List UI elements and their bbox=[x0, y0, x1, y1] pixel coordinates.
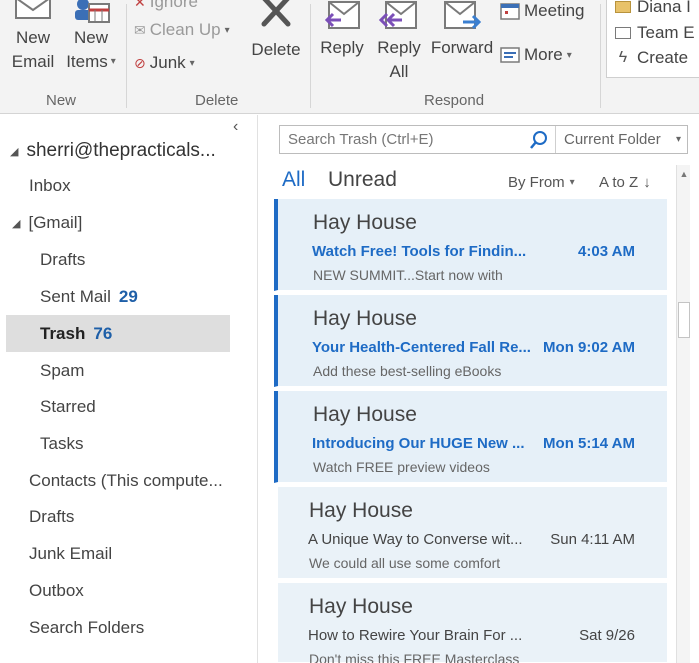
more-button[interactable]: More ▾ bbox=[500, 45, 572, 65]
message-row[interactable]: Hay House Introducing Our HUGE New ... M… bbox=[274, 391, 667, 483]
search-scope-dropdown[interactable]: Current Folder ▾ bbox=[555, 126, 687, 153]
group-divider bbox=[310, 4, 311, 108]
message-subject: A Unique Way to Converse wit... bbox=[308, 531, 523, 548]
ribbon: New Email New Items ▾ New ✕ Ignore ✉ Cle… bbox=[0, 0, 699, 114]
message-sender: Hay House bbox=[309, 499, 413, 522]
account-header[interactable]: ◢ sherri@thepracticals... bbox=[10, 140, 216, 162]
arrow-down-icon: ↓ bbox=[643, 174, 651, 191]
message-time: Sun 4:11 AM bbox=[550, 531, 635, 548]
delete-icon bbox=[261, 0, 291, 27]
meeting-button[interactable]: Meeting bbox=[500, 1, 584, 21]
message-row[interactable]: Hay House How to Rewire Your Brain For .… bbox=[278, 583, 667, 663]
unread-count-badge: 29 bbox=[118, 287, 138, 306]
quick-step-team[interactable]: Team E bbox=[615, 23, 695, 43]
new-items-icon bbox=[75, 0, 110, 23]
message-time: 4:03 AM bbox=[578, 243, 635, 260]
message-list-scrollbar[interactable]: ▲ bbox=[676, 165, 690, 663]
folder-sent-mail[interactable]: Sent Mail 29 bbox=[40, 287, 138, 307]
ignore-icon: ✕ bbox=[134, 0, 146, 10]
message-preview: We could all use some comfort bbox=[309, 555, 501, 571]
folder-spam[interactable]: Spam bbox=[40, 361, 84, 381]
message-row[interactable]: Hay House Your Health-Centered Fall Re..… bbox=[274, 295, 667, 387]
reply-all-button[interactable]: Reply All bbox=[372, 0, 426, 84]
expand-triangle-icon[interactable]: ◢ bbox=[10, 145, 18, 158]
search-icon[interactable] bbox=[523, 126, 555, 153]
quick-step-create[interactable]: ϟ Create bbox=[615, 48, 688, 68]
more-icon bbox=[500, 47, 520, 63]
folder-starred[interactable]: Starred bbox=[40, 397, 96, 417]
filter-unread-tab[interactable]: Unread bbox=[328, 168, 397, 192]
chevron-down-icon: ▾ bbox=[569, 177, 575, 188]
folder-tasks[interactable]: Tasks bbox=[40, 434, 83, 454]
folder-junk-email[interactable]: Junk Email bbox=[29, 544, 112, 564]
clean-up-icon: ✉ bbox=[134, 21, 146, 38]
message-subject: Introducing Our HUGE New ... bbox=[312, 435, 525, 452]
message-row[interactable]: Hay House Watch Free! Tools for Findin..… bbox=[274, 199, 667, 291]
message-time: Mon 9:02 AM bbox=[543, 339, 635, 356]
filter-row: All Unread By From ▾ A to Z ↓ bbox=[279, 168, 679, 196]
folder-trash[interactable]: Trash 76 bbox=[6, 315, 230, 352]
sort-order-toggle[interactable]: A to Z ↓ bbox=[599, 174, 651, 191]
lightning-icon: ϟ bbox=[618, 49, 628, 66]
chevron-down-icon: ▾ bbox=[189, 57, 195, 69]
chevron-down-icon: ▾ bbox=[110, 56, 116, 67]
scrollbar-thumb[interactable] bbox=[678, 302, 690, 338]
message-preview: Watch FREE preview videos bbox=[313, 459, 490, 475]
folder-search-folders[interactable]: Search Folders bbox=[29, 618, 144, 638]
forward-button[interactable]: Forward bbox=[429, 0, 495, 60]
filter-all-tab[interactable]: All bbox=[282, 168, 305, 192]
message-subject: Your Health-Centered Fall Re... bbox=[312, 339, 531, 356]
folder-inbox[interactable]: Inbox bbox=[29, 176, 71, 196]
search-input[interactable] bbox=[280, 126, 523, 153]
clean-up-button[interactable]: ✉ Clean Up ▾ bbox=[134, 20, 230, 40]
quick-step-diana[interactable]: Diana I bbox=[615, 0, 691, 17]
message-preview: Add these best-selling eBooks bbox=[313, 363, 502, 379]
folder-gmail[interactable]: ◢ [Gmail] bbox=[12, 213, 82, 233]
message-subject: Watch Free! Tools for Findin... bbox=[312, 243, 527, 260]
folder-outbox[interactable]: Outbox bbox=[29, 581, 84, 601]
folder-contacts[interactable]: Contacts (This compute... bbox=[29, 471, 223, 491]
envelope-icon bbox=[15, 0, 51, 19]
reply-all-icon bbox=[378, 1, 417, 29]
message-preview: Don't miss this FREE Masterclass bbox=[309, 651, 520, 663]
team-email-icon bbox=[615, 27, 631, 39]
junk-icon: ⊘ bbox=[134, 54, 146, 71]
expand-triangle-icon[interactable]: ◢ bbox=[12, 217, 20, 230]
message-preview: NEW SUMMIT...Start now with bbox=[313, 267, 503, 283]
message-row[interactable]: Hay House A Unique Way to Converse wit..… bbox=[278, 487, 667, 579]
message-time: Mon 5:14 AM bbox=[543, 435, 635, 452]
junk-button[interactable]: ⊘ Junk ▾ bbox=[134, 53, 195, 73]
quick-steps-gallery: Diana I Team E ϟ Create bbox=[606, 0, 699, 78]
unread-count-badge: 76 bbox=[93, 323, 113, 343]
group-label-respond: Respond bbox=[424, 92, 485, 109]
meeting-icon bbox=[500, 3, 520, 20]
delete-button[interactable]: Delete bbox=[248, 0, 304, 62]
group-divider bbox=[600, 4, 601, 108]
scroll-up-arrow-icon[interactable]: ▲ bbox=[677, 167, 691, 181]
message-sender: Hay House bbox=[313, 211, 417, 234]
folder-drafts[interactable]: Drafts bbox=[29, 507, 74, 527]
collapse-folder-pane-icon[interactable]: ‹ bbox=[233, 118, 238, 136]
reply-icon bbox=[324, 1, 360, 29]
ignore-button[interactable]: ✕ Ignore bbox=[134, 0, 198, 12]
search-bar: Current Folder ▾ bbox=[279, 125, 688, 154]
chevron-down-icon: ▾ bbox=[566, 49, 572, 61]
reply-button[interactable]: Reply bbox=[317, 0, 367, 60]
message-sender: Hay House bbox=[313, 307, 417, 330]
sort-by-dropdown[interactable]: By From ▾ bbox=[508, 174, 575, 191]
folder-icon bbox=[615, 1, 631, 13]
group-label-delete: Delete bbox=[195, 92, 239, 109]
group-divider bbox=[126, 4, 127, 108]
message-subject: How to Rewire Your Brain For ... bbox=[308, 627, 523, 644]
forward-icon bbox=[444, 1, 482, 30]
chevron-down-icon: ▾ bbox=[675, 134, 681, 145]
message-sender: Hay House bbox=[313, 403, 417, 426]
new-items-button[interactable]: New Items ▾ bbox=[62, 0, 120, 74]
group-label-new: New bbox=[46, 92, 77, 109]
message-sender: Hay House bbox=[309, 595, 413, 618]
message-time: Sat 9/26 bbox=[579, 627, 635, 644]
new-email-button[interactable]: New Email bbox=[8, 0, 58, 74]
chevron-down-icon: ▾ bbox=[224, 24, 230, 36]
folder-gmail-drafts[interactable]: Drafts bbox=[40, 250, 85, 270]
